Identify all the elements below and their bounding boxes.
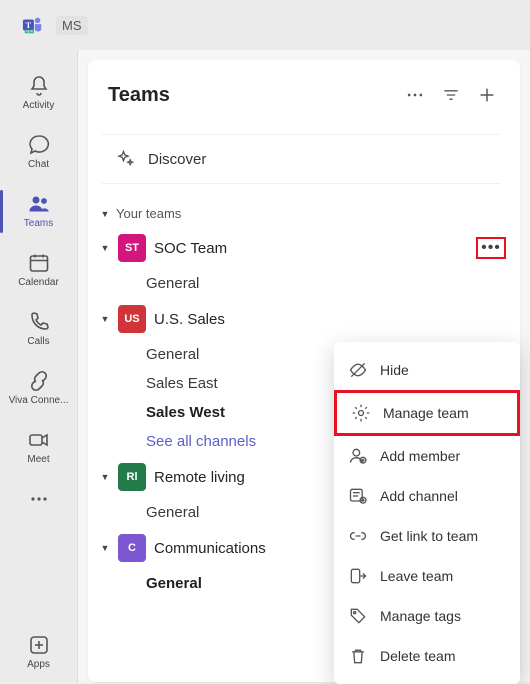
menu-manage-team[interactable]: Manage team [334,390,520,436]
page-title: Teams [108,84,392,107]
team-avatar: US [118,305,146,333]
trash-icon [348,646,368,666]
team-avatar: ST [118,234,146,262]
team-name: SOC Team [154,240,468,257]
rail-chat[interactable]: Chat [0,123,77,182]
filter-button[interactable] [438,82,464,108]
sparkle-icon [116,149,136,169]
add-member-icon [348,446,368,466]
leave-icon [348,566,368,586]
rail-teams[interactable]: Teams [0,182,77,241]
your-teams-header[interactable]: ▼ Your teams [88,200,520,227]
svg-text:T: T [26,21,32,30]
apps-icon [27,633,51,657]
menu-add-channel[interactable]: Add channel [334,476,520,516]
titlebar: TNEW MS [0,0,530,50]
gear-icon [351,403,371,423]
rail-apps[interactable]: Apps [0,623,77,682]
menu-hide[interactable]: Hide [334,350,520,390]
caret-down-icon: ▼ [100,209,110,219]
caret-down-icon: ▼ [100,314,110,324]
more-icon [27,487,51,511]
menu-add-member[interactable]: Add member [334,436,520,476]
calendar-icon [27,251,51,275]
account-badge[interactable]: MS [56,16,88,35]
rail-more[interactable] [0,477,77,523]
hide-icon [348,360,368,380]
rail-calendar[interactable]: Calendar [0,241,77,300]
team-avatar: C [118,534,146,562]
menu-manage-tags[interactable]: Manage tags [334,596,520,636]
discover-button[interactable]: Discover [102,134,500,184]
team-row[interactable]: ▼ US U.S. Sales [88,298,520,340]
phone-icon [27,310,51,334]
team-more-button[interactable]: ••• [476,237,506,259]
menu-delete-team[interactable]: Delete team [334,636,520,676]
teams-logo-icon: TNEW [22,14,44,36]
channel-row[interactable]: General [88,269,520,298]
caret-down-icon: ▼ [100,543,110,553]
menu-leave-team[interactable]: Leave team [334,556,520,596]
menu-get-link[interactable]: Get link to team [334,516,520,556]
team-name: U.S. Sales [154,311,506,328]
team-row[interactable]: ▼ ST SOC Team ••• [88,227,520,269]
rail-calls[interactable]: Calls [0,300,77,359]
app-rail: Activity Chat Teams Calendar Calls Viva … [0,50,78,682]
bell-icon [27,74,51,98]
caret-down-icon: ▼ [100,472,110,482]
team-context-menu: Hide Manage team Add member Add channel … [334,342,520,684]
link-icon [348,526,368,546]
add-button[interactable] [474,82,500,108]
discover-label: Discover [148,151,206,168]
rail-meet[interactable]: Meet [0,418,77,477]
people-icon [27,192,51,216]
svg-text:NEW: NEW [26,30,33,34]
video-icon [27,428,51,452]
caret-down-icon: ▼ [100,243,110,253]
tag-icon [348,606,368,626]
rail-activity[interactable]: Activity [0,64,77,123]
add-channel-icon [348,486,368,506]
more-options-button[interactable] [402,82,428,108]
chat-icon [27,133,51,157]
rail-viva[interactable]: Viva Conne... [0,359,77,418]
link-icon [27,369,51,393]
team-avatar: Rl [118,463,146,491]
